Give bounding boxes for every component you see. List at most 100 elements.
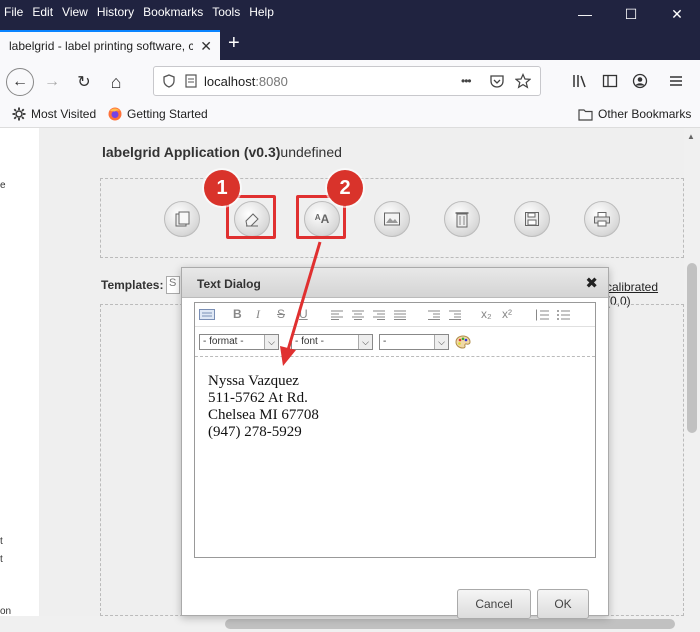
page-info-icon — [185, 74, 197, 88]
back-button[interactable]: ← — [6, 68, 34, 96]
url-bar[interactable]: localhost:8080 ••• — [153, 66, 541, 96]
bookmarks-bar: Most Visited Getting Started Other Bookm… — [0, 102, 700, 128]
print-button[interactable] — [584, 201, 620, 237]
trash-icon — [455, 212, 469, 228]
print-icon — [594, 212, 610, 227]
tab-labelgrid[interactable]: labelgrid - label printing software, c ✕ — [0, 30, 220, 60]
bookmark-most-visited[interactable]: Most Visited — [12, 107, 96, 121]
bookmark-label: Other Bookmarks — [598, 107, 692, 121]
editor-content[interactable]: Nyssa Vazquez 511-5762 At Rd. Chelsea MI… — [208, 373, 319, 441]
maximize-button[interactable]: ☐ — [608, 0, 654, 28]
gear-icon — [12, 107, 26, 121]
ok-button[interactable]: OK — [537, 589, 589, 619]
outdent-icon[interactable] — [428, 310, 440, 320]
templates-label: Templates: — [101, 278, 164, 292]
left-text-fragment: t — [0, 554, 3, 565]
rich-text-editor: B I S U x₂ x² - format - ⌵ - font - ⌵ - ⌵ N… — [194, 302, 596, 558]
subscript-button[interactable]: x₂ — [481, 307, 492, 321]
strike-button[interactable]: S — [277, 307, 285, 321]
size-select-value: - — [383, 336, 387, 347]
url-host: localhost — [204, 74, 256, 89]
app-title-main: labelgrid Application (v0.3) — [102, 144, 281, 160]
underline-button[interactable]: U — [299, 307, 308, 321]
step-badge-2: 2 — [327, 170, 363, 206]
align-center-icon[interactable] — [352, 310, 364, 320]
menu-history[interactable]: History — [97, 5, 134, 19]
menu-bookmarks[interactable]: Bookmarks — [143, 5, 203, 19]
url-port: :8080 — [255, 74, 288, 89]
new-tab-button[interactable]: + — [228, 32, 240, 54]
templates-select[interactable]: S — [166, 276, 180, 294]
italic-button[interactable]: I — [256, 307, 260, 322]
dialog-close-icon[interactable]: ✖ — [585, 274, 598, 292]
vertical-scroll-thumb[interactable] — [687, 263, 697, 433]
chevron-down-icon: ⌵ — [264, 335, 278, 349]
superscript-button[interactable]: x² — [502, 307, 512, 321]
text-line: 511-5762 At Rd. — [208, 390, 308, 406]
bookmark-other[interactable]: Other Bookmarks — [578, 107, 691, 121]
menu-tools[interactable]: Tools — [212, 5, 240, 19]
cancel-button[interactable]: Cancel — [457, 589, 531, 619]
bookmark-label: Getting Started — [127, 107, 208, 121]
sidebar-icon[interactable] — [602, 73, 618, 89]
tab-close-icon[interactable]: ✕ — [200, 38, 212, 55]
editor-toolbar: B I S U x₂ x² — [195, 303, 595, 327]
image-button[interactable] — [374, 201, 410, 237]
left-text-fragment: e — [0, 180, 6, 191]
close-window-button[interactable]: ✕ — [654, 0, 700, 28]
font-select-value: - font - — [295, 336, 324, 347]
chevron-down-icon: ⌵ — [358, 335, 372, 349]
text-dialog: Text Dialog ✖ B I S U x₂ x² - format - ⌵ … — [181, 267, 609, 619]
align-justify-icon[interactable] — [394, 310, 406, 320]
minimize-button[interactable]: — — [562, 0, 608, 28]
step-badge-1: 1 — [204, 170, 240, 206]
horizontal-scrollbar[interactable] — [0, 616, 700, 632]
text-line: Nyssa Vazquez — [208, 373, 299, 389]
url-text: localhost:8080 — [204, 74, 288, 89]
firefox-icon — [108, 107, 122, 121]
pocket-icon[interactable] — [489, 74, 505, 89]
account-icon[interactable] — [632, 73, 648, 89]
dialog-title: Text Dialog — [197, 277, 261, 291]
calibrated-link[interactable]: calibrated — [606, 280, 658, 294]
bookmark-getting-started[interactable]: Getting Started — [108, 107, 208, 121]
menu-edit[interactable]: Edit — [32, 5, 53, 19]
bold-button[interactable]: B — [233, 307, 242, 321]
library-icon[interactable] — [572, 73, 588, 89]
source-view-icon[interactable] — [199, 309, 215, 320]
tab-bar: labelgrid - label printing software, c ✕… — [0, 28, 700, 60]
image-icon — [384, 212, 400, 226]
save-icon — [525, 212, 539, 226]
page-actions-icon[interactable]: ••• — [461, 74, 472, 88]
align-right-icon[interactable] — [373, 310, 385, 320]
menu-file[interactable]: File — [4, 5, 23, 19]
save-button[interactable] — [514, 201, 550, 237]
home-button[interactable]: ⌂ — [102, 68, 130, 96]
app-toolbar: ᴬA — [100, 178, 684, 258]
chevron-down-icon: ⌵ — [434, 335, 448, 349]
bookmark-star-icon[interactable] — [515, 73, 531, 89]
indent-icon[interactable] — [449, 310, 461, 320]
align-left-icon[interactable] — [331, 310, 343, 320]
delete-button[interactable] — [444, 201, 480, 237]
menu-view[interactable]: View — [62, 5, 88, 19]
title-bar: File Edit View History Bookmarks Tools H… — [0, 0, 700, 28]
vertical-scrollbar[interactable]: ▲ — [684, 128, 700, 616]
tab-title: labelgrid - label printing software, c — [9, 39, 193, 53]
unordered-list-icon[interactable] — [557, 309, 570, 321]
left-text-fragment: t — [0, 536, 3, 547]
forward-button[interactable]: → — [38, 68, 66, 96]
templates-button[interactable] — [164, 201, 200, 237]
menu-help[interactable]: Help — [249, 5, 274, 19]
scroll-up-icon[interactable]: ▲ — [687, 132, 695, 141]
horizontal-scroll-thumb[interactable] — [225, 619, 675, 629]
size-select[interactable]: - ⌵ — [379, 334, 449, 350]
format-select-value: - format - — [203, 336, 244, 347]
format-select[interactable]: - format - ⌵ — [199, 334, 279, 350]
font-select[interactable]: - font - ⌵ — [291, 334, 373, 350]
ordered-list-icon[interactable] — [536, 309, 549, 321]
dialog-header[interactable]: Text Dialog ✖ — [182, 268, 608, 298]
reload-button[interactable]: ↻ — [70, 68, 98, 96]
menu-hamburger-icon[interactable] — [668, 73, 684, 89]
color-palette-icon[interactable] — [455, 335, 471, 349]
